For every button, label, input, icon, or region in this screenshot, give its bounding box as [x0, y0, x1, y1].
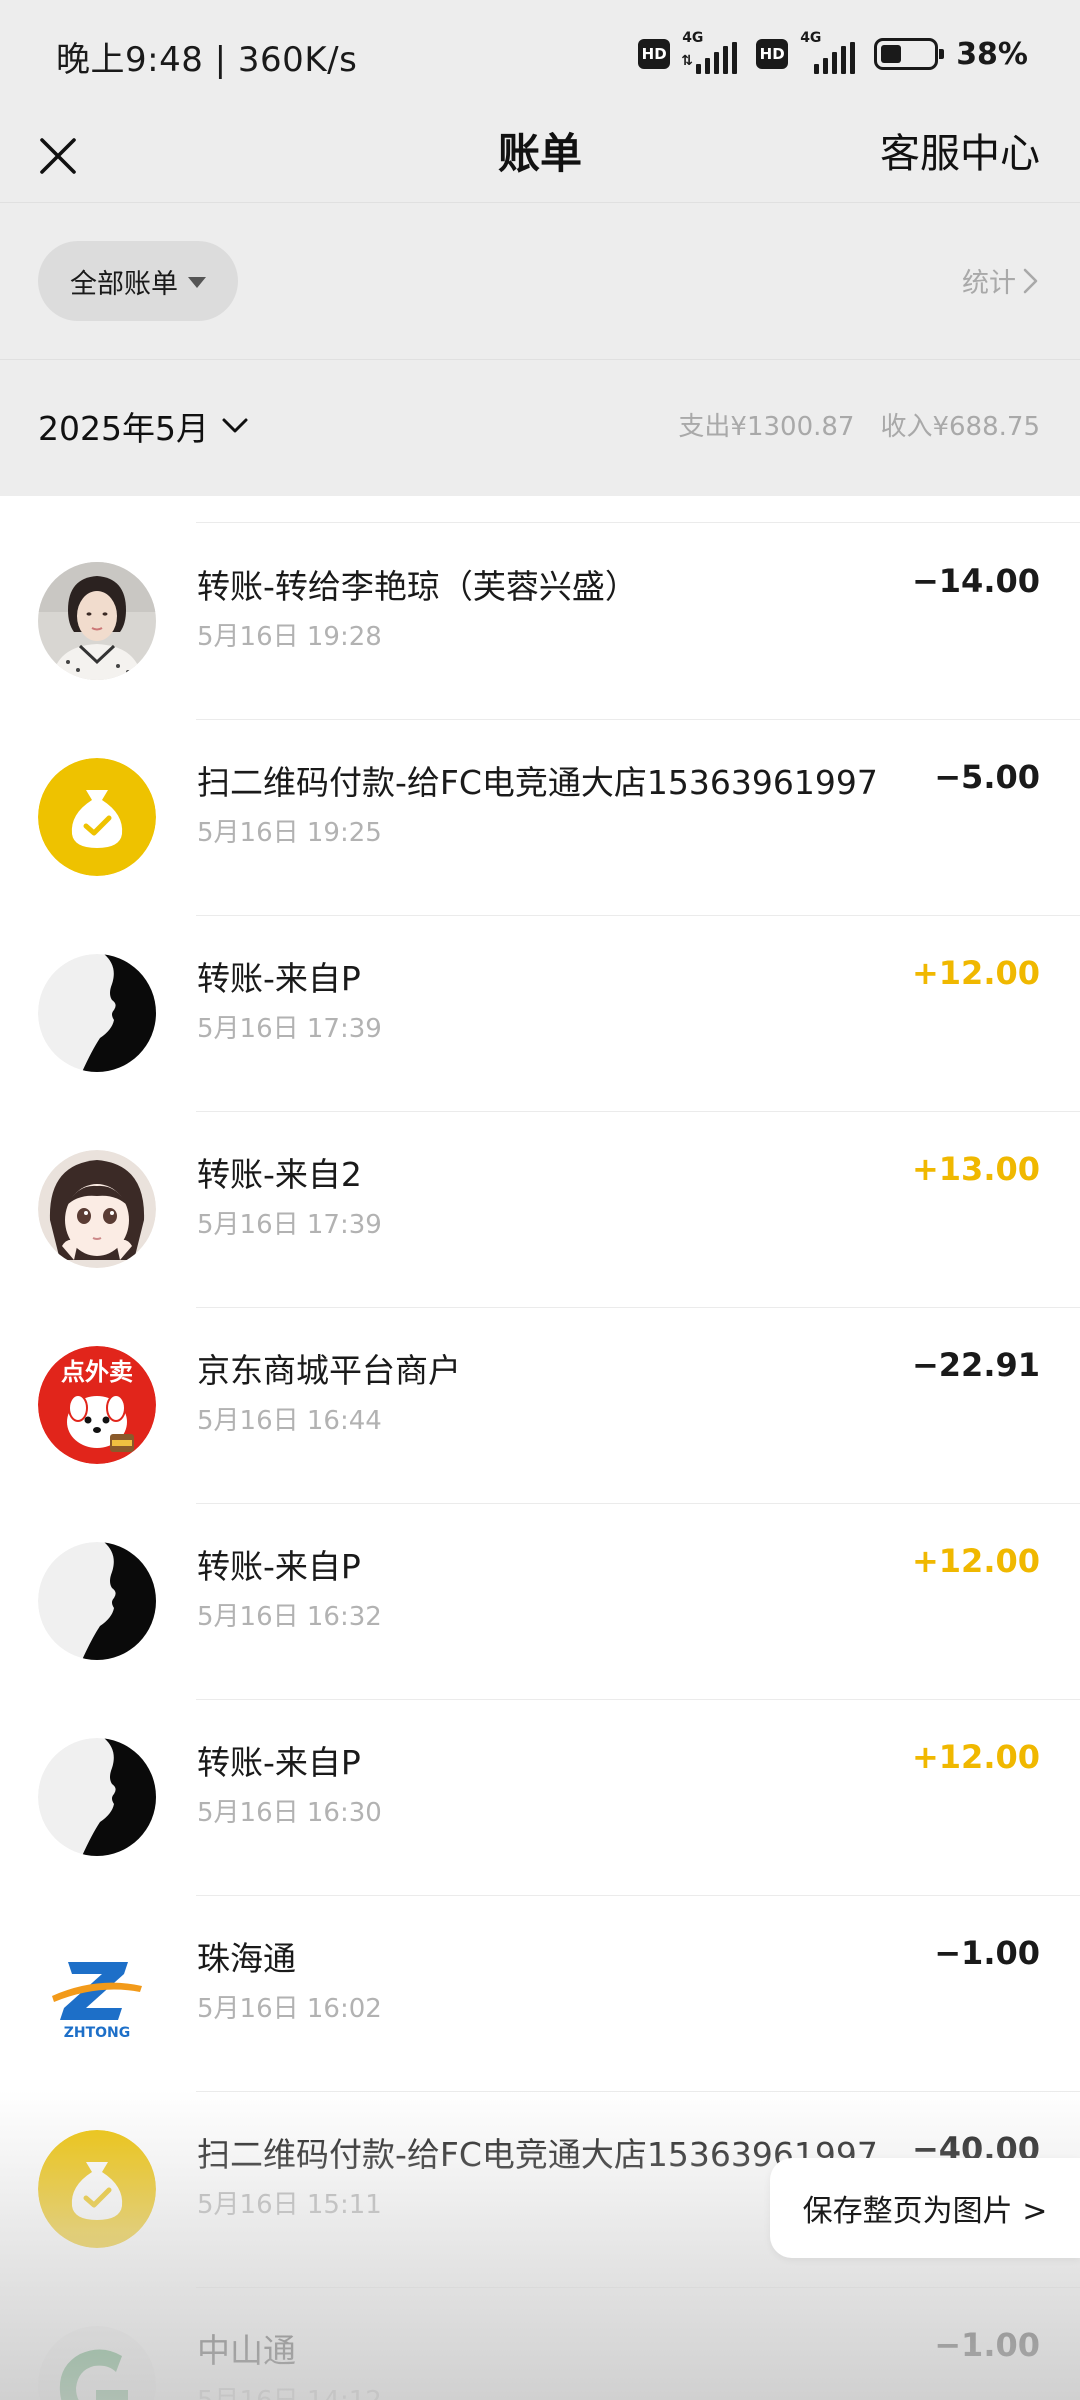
transaction-row[interactable]: 点外卖 京东商城平台商户 5月16日 16:44 −22.91	[0, 1308, 1080, 1504]
signal-icon-2: 4G	[798, 30, 864, 74]
transaction-amount: +13.00	[911, 1150, 1040, 1188]
transaction-list: 转账-转给李艳琼（芙蓉兴盛） 5月16日 19:28 −14.00 扫二维码付款-给F…	[0, 496, 1080, 2400]
signal-icon: 4G ⇅	[680, 30, 746, 74]
transaction-title: 珠海通	[197, 1939, 296, 1978]
transaction-time: 5月16日 16:02	[197, 1994, 382, 2024]
transaction-amount: +12.00	[911, 1542, 1040, 1580]
battery-fill	[881, 45, 902, 63]
month-totals: 支出¥1300.87 收入¥688.75	[678, 406, 1040, 443]
transaction-amount: −1.00	[934, 2326, 1040, 2364]
stats-link[interactable]: 统计	[962, 261, 1040, 300]
income-total: 收入¥688.75	[880, 412, 1040, 442]
transaction-time: 5月16日 19:28	[197, 622, 382, 652]
title-bar: 账单 客服中心	[0, 110, 1080, 202]
transaction-time: 5月16日 16:32	[197, 1602, 382, 1632]
battery-icon	[874, 38, 945, 70]
status-bar: 晚上9:48 | 360K/s HD 4G ⇅ HD 4G 38%	[0, 0, 1080, 110]
zhongshantong-logo	[38, 2326, 156, 2400]
transaction-time: 5月16日 16:30	[197, 1798, 382, 1828]
transaction-amount: +12.00	[911, 954, 1040, 992]
transaction-row[interactable]: 转账-来自P 5月16日 16:32 +12.00	[0, 1504, 1080, 1700]
month-summary-row: 2025年5月 支出¥1300.87 收入¥688.75	[0, 360, 1080, 496]
chevron-right-icon	[1023, 268, 1038, 293]
hd-badge: HD	[638, 39, 671, 69]
filter-row: 全部账单 统计	[0, 203, 1080, 359]
data-arrows-icon: ⇅	[681, 53, 693, 69]
transaction-title: 扫二维码付款-给FC电竞通大店15363961997	[197, 763, 878, 802]
transaction-amount: −5.00	[934, 758, 1040, 796]
money-bag-icon	[38, 758, 156, 876]
transaction-title: 中山通	[197, 2331, 296, 2370]
chevron-down-icon	[222, 418, 248, 433]
svg-text:ZHTONG: ZHTONG	[64, 2025, 131, 2041]
divider	[196, 522, 1080, 523]
status-time-speed: 晚上9:48 | 360K/s	[56, 40, 358, 80]
transaction-row[interactable]: 中山通 5月16日 14:12 −1.00	[0, 2288, 1080, 2400]
silhouette	[38, 954, 156, 1072]
woman-photo	[38, 562, 156, 680]
zhtong-logo: ZHTONG	[38, 1934, 156, 2052]
bill-screen: 晚上9:48 | 360K/s HD 4G ⇅ HD 4G 38% 账单 客服中…	[0, 0, 1080, 2400]
transaction-row[interactable]: 转账-来自2 5月16日 17:39 +13.00	[0, 1112, 1080, 1308]
transaction-title: 转账-来自P	[197, 959, 361, 998]
bill-type-filter[interactable]: 全部账单	[38, 241, 238, 321]
transaction-time: 5月16日 17:39	[197, 1210, 382, 1240]
transaction-time: 5月16日 15:11	[197, 2190, 382, 2220]
customer-service-button[interactable]: 客服中心	[880, 118, 1040, 190]
transaction-title: 转账-来自2	[197, 1155, 362, 1194]
month-picker[interactable]: 2025年5月	[38, 402, 249, 450]
transaction-title: 转账-来自P	[197, 1547, 361, 1586]
transaction-amount: −14.00	[911, 562, 1040, 600]
svg-text:点外卖: 点外卖	[61, 1358, 133, 1386]
hd-badge-2: HD	[756, 39, 789, 69]
transaction-title: 转账-转给李艳琼（芙蓉兴盛）	[197, 567, 638, 606]
month-label: 2025年5月	[38, 409, 209, 448]
transaction-row[interactable]: 转账-来自P 5月16日 17:39 +12.00	[0, 916, 1080, 1112]
bill-type-label: 全部账单	[70, 268, 178, 300]
transaction-time: 5月16日 14:12	[197, 2380, 382, 2400]
transaction-amount: +12.00	[911, 1738, 1040, 1776]
transaction-time: 5月16日 17:39	[197, 1014, 382, 1044]
battery-percent: 38%	[956, 36, 1028, 72]
transaction-amount: −1.00	[934, 1934, 1040, 1972]
transaction-row[interactable]: 扫二维码付款-给FC电竞通大店15363961997 5月16日 19:25 −5.…	[0, 720, 1080, 916]
dropdown-triangle-icon	[188, 276, 206, 288]
silhouette	[38, 1542, 156, 1660]
silhouette	[38, 1738, 156, 1856]
transaction-row[interactable]: 转账-转给李艳琼（芙蓉兴盛） 5月16日 19:28 −14.00	[0, 524, 1080, 720]
stats-label: 统计	[962, 268, 1016, 299]
transaction-row[interactable]: 转账-来自P 5月16日 16:30 +12.00	[0, 1700, 1080, 1896]
transaction-title: 京东商城平台商户	[197, 1351, 461, 1390]
transaction-amount: −22.91	[911, 1346, 1040, 1384]
status-icons: HD 4G ⇅ HD 4G 38%	[638, 30, 1028, 78]
transaction-time: 5月16日 19:25	[197, 818, 382, 848]
transaction-title: 转账-来自P	[197, 1743, 361, 1782]
expense-total: 支出¥1300.87	[678, 412, 855, 442]
transaction-row[interactable]: ZHTONG 珠海通 5月16日 16:02 −1.00	[0, 1896, 1080, 2092]
money-bag-icon	[38, 2130, 156, 2248]
jd-takeout-logo: 点外卖	[38, 1346, 156, 1464]
save-page-as-image-button[interactable]: 保存整页为图片 >	[770, 2158, 1080, 2258]
anime-girl	[38, 1150, 156, 1268]
save-page-label: 保存整页为图片 >	[802, 2194, 1048, 2229]
transaction-time: 5月16日 16:44	[197, 1406, 382, 1436]
